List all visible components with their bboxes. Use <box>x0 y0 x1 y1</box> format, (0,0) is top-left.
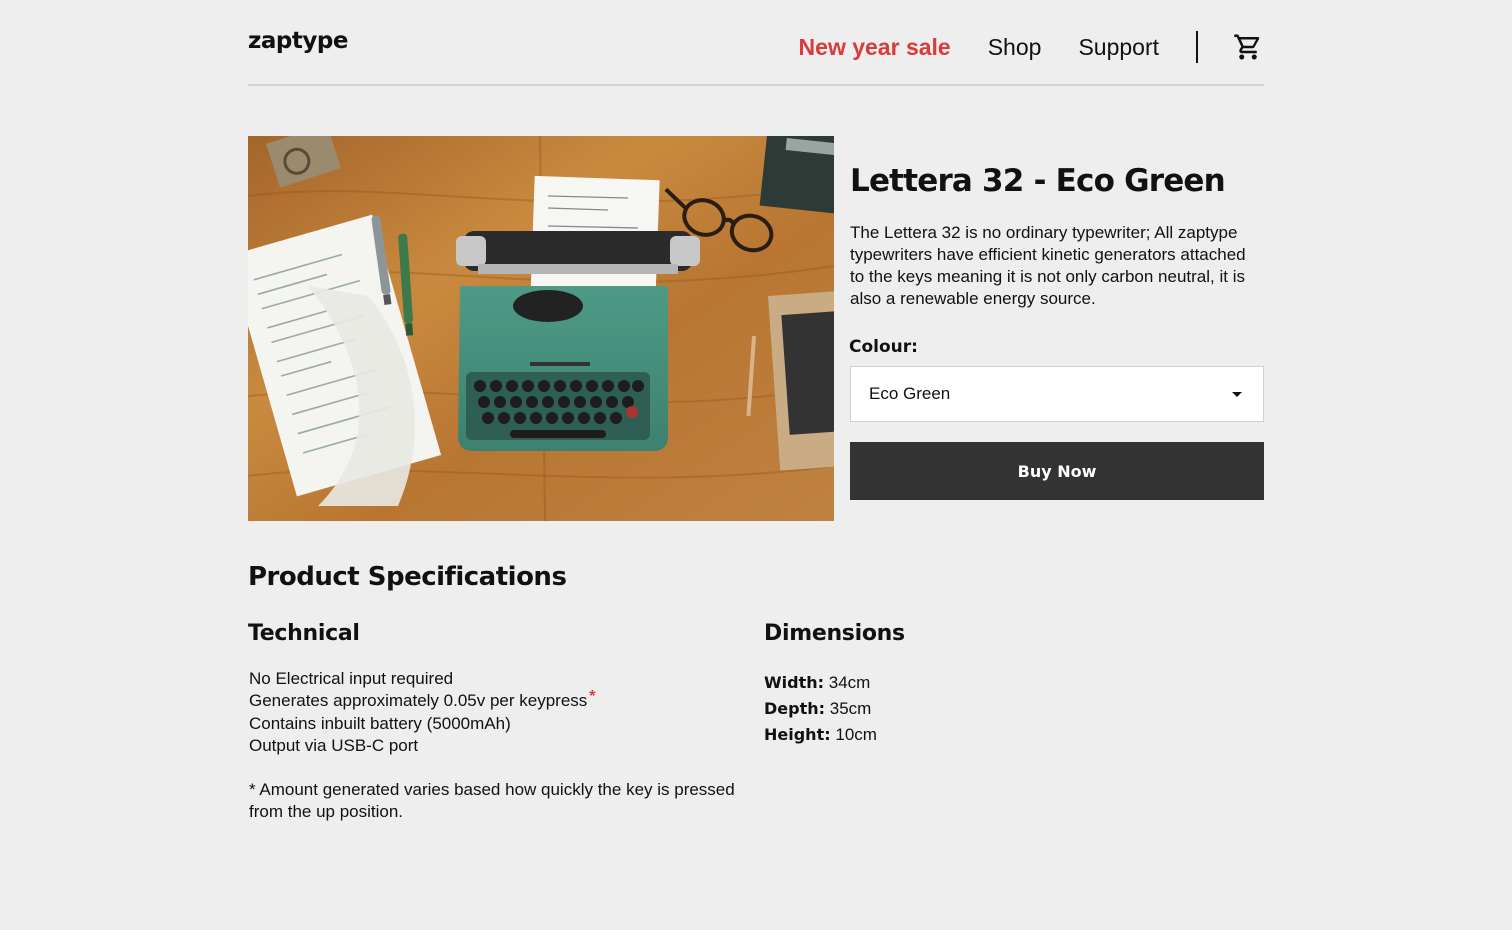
dimension-label: Height: <box>764 725 831 744</box>
product-image <box>248 136 834 521</box>
footnote-marker: * <box>589 688 596 705</box>
site-header: zaptype New year sale Shop Support <box>248 0 1264 86</box>
list-item: Height: 10cm <box>764 722 1164 748</box>
dimension-value: 10cm <box>835 725 877 744</box>
dimensions-heading: Dimensions <box>764 621 905 646</box>
colour-select[interactable]: Eco Green <box>850 366 1264 422</box>
specs-title: Product Specifications <box>248 562 567 592</box>
logo[interactable]: zaptype <box>248 28 348 54</box>
product-description: The Lettera 32 is no ordinary typewriter… <box>850 223 1246 308</box>
dimension-value: 35cm <box>829 699 872 718</box>
cart-icon[interactable] <box>1232 31 1264 63</box>
main-nav: New year sale Shop Support <box>799 28 1264 66</box>
dimensions-section: Dimensions Width: 34cm Depth: 35cm Heigh… <box>764 618 1164 748</box>
product-title: Lettera 32 - Eco Green <box>850 163 1226 199</box>
dimension-value: 34cm <box>828 673 871 692</box>
dimension-label: Width: <box>764 673 825 692</box>
technical-heading: Technical <box>248 621 360 646</box>
colour-select-value: Eco Green <box>869 384 951 403</box>
dimensions-list: Width: 34cm Depth: 35cm Height: 10cm <box>764 670 1164 748</box>
technical-section: Technical No Electrical input required G… <box>248 618 748 823</box>
nav-divider <box>1196 31 1198 63</box>
nav-support[interactable]: Support <box>1078 34 1159 61</box>
footnote: * Amount generated varies based how quic… <box>249 780 735 821</box>
product-panel: Lettera 32 - Eco Green The Lettera 32 is… <box>849 136 1264 500</box>
list-item: Depth: 35cm <box>764 696 1164 722</box>
list-item: Width: 34cm <box>764 670 1164 696</box>
list-item-text: Generates approximately 0.05v per keypre… <box>249 691 588 710</box>
list-item: Contains inbuilt battery (5000mAh) <box>249 714 511 733</box>
nav-new-year-sale[interactable]: New year sale <box>799 34 951 61</box>
list-item: Generates approximately 0.05v per keypre… <box>249 688 748 713</box>
technical-list: No Electrical input required Generates a… <box>249 668 748 757</box>
typewriter-photo <box>248 136 834 521</box>
buy-now-button[interactable]: Buy Now <box>850 442 1264 500</box>
colour-label: Colour: <box>849 337 918 357</box>
caret-down-icon <box>1232 392 1242 397</box>
list-item: Output via USB-C port <box>249 736 419 755</box>
list-item: No Electrical input required <box>249 669 454 688</box>
nav-shop[interactable]: Shop <box>988 34 1042 61</box>
dimension-label: Depth: <box>764 699 826 718</box>
